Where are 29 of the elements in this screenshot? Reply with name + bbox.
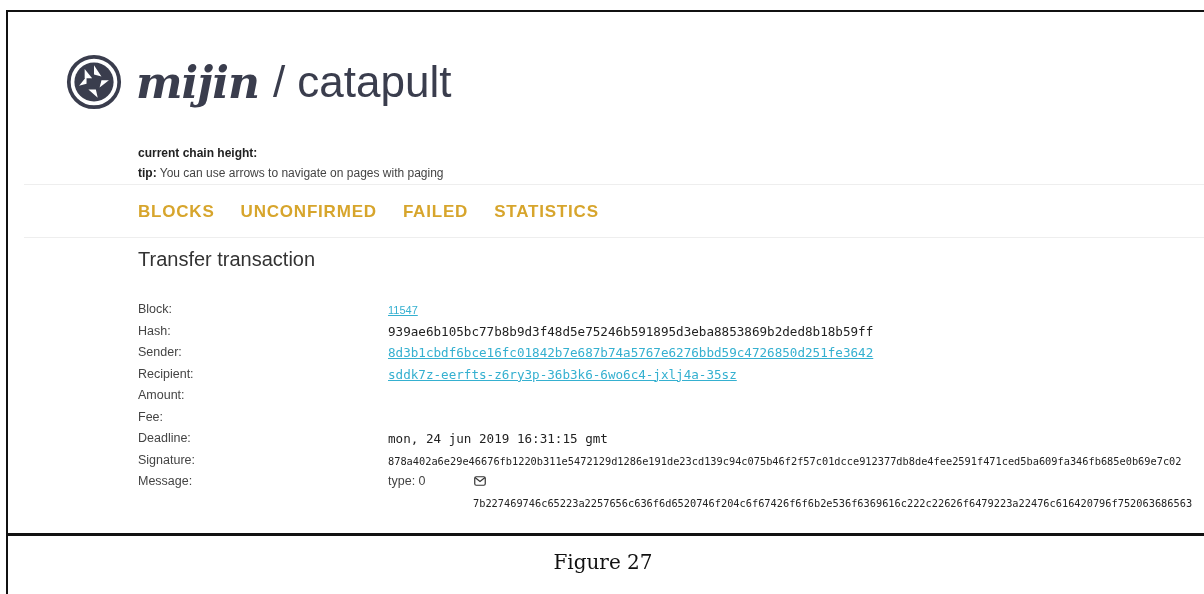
- message-type: type: 0: [388, 473, 426, 490]
- field-label: Signature:: [138, 451, 196, 469]
- field-label: Block:: [138, 301, 174, 318]
- page-title: Transfer transaction: [138, 248, 317, 271]
- message-payload: 7b227469746c65223a2257656c636f6d6520746f204c6f67426f6f6b2e536f6369616c222c22626f6479223a22476c616420796f752063686563: [473, 496, 1193, 511]
- figure-caption: Figure 27: [552, 549, 654, 574]
- tip-text: tip: You can use arrows to navigate on pages with paging: [138, 166, 445, 180]
- field-label: Message:: [138, 473, 194, 490]
- field-label: Hash:: [138, 322, 172, 340]
- brand-logo: mijin: [136, 56, 259, 108]
- nav-link[interactable]: BLOCKS: [138, 202, 215, 222]
- field-label: Fee:: [138, 408, 164, 426]
- nav-link[interactable]: FAILED: [402, 202, 469, 222]
- field-label: Recipient:: [138, 365, 195, 383]
- field-label: Amount:: [138, 387, 186, 404]
- block-link[interactable]: 11547: [388, 304, 418, 316]
- field-value: 939ae6b105bc77b8b9d3f48d5e75246b591895d3eba8853869b2ded8b18b59ff: [388, 323, 874, 339]
- envelope-icon: [473, 476, 486, 486]
- address-link[interactable]: sddk7z-eerfts-z6ry3p-36b3k6-6wo6c4-jxlj4a-35sz: [388, 366, 737, 382]
- chain-height-label: current chain height:: [138, 146, 259, 160]
- nav-link[interactable]: UNCONFIRMED: [240, 202, 377, 222]
- logo-icon: [66, 54, 122, 110]
- field-value: mon, 24 jun 2019 16:31:15 gmt: [388, 431, 608, 446]
- field-label: Deadline:: [138, 430, 192, 447]
- field-label: Sender:: [138, 344, 183, 361]
- address-link[interactable]: 8d3b1cbdf6bce16fc01842b7e687b74a5767e6276bbd59c4726850d251fe3642: [388, 345, 874, 360]
- product-title: / catapult: [272, 57, 452, 107]
- nav-link[interactable]: STATISTICS: [494, 202, 599, 222]
- field-value: 878a402a6e29e46676fb1220b311e5472129d1286e191de23cd139c94c075b46f2f57c01dcce912377db8de4fee2591f471ced5ba609fa346fb685e0b69e7c02: [388, 454, 1182, 467]
